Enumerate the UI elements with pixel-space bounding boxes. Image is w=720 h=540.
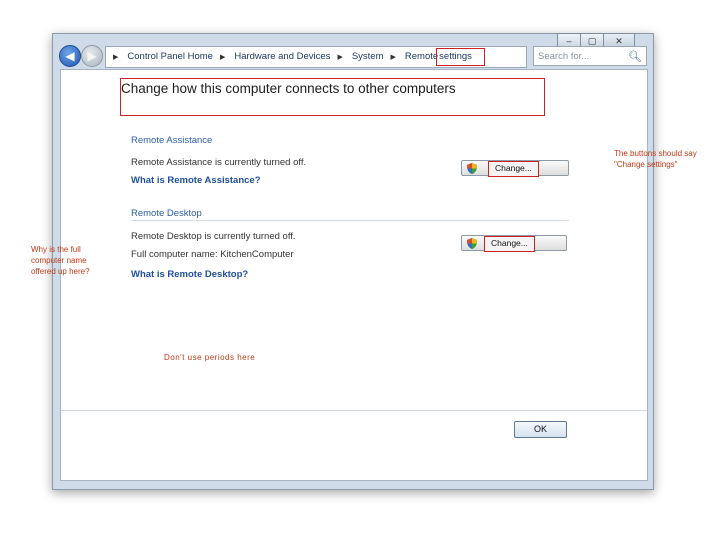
ok-button[interactable]: OK <box>514 421 567 438</box>
remote-assistance-change-button[interactable]: Change... <box>461 160 569 177</box>
full-computer-name-row: Full computer name: KitchenComputer <box>131 249 294 260</box>
remote-assistance-change-label: Change... <box>488 161 539 177</box>
remote-desktop-change-label: Change... <box>484 236 535 252</box>
uac-shield-icon <box>467 238 477 249</box>
remote-desktop-heading: Remote Desktop <box>131 208 202 219</box>
uac-shield-icon <box>467 163 477 174</box>
what-is-remote-assistance-link[interactable]: What is Remote Assistance? <box>131 175 261 186</box>
remote-assistance-status: Remote Assistance is currently turned of… <box>131 157 307 168</box>
page-title: Change how this computer connects to oth… <box>120 78 545 116</box>
footer-divider <box>61 410 647 411</box>
full-computer-name-label: Full computer name: <box>131 249 218 260</box>
annotation-computer-name: Why is the full computer name offered up… <box>31 245 90 276</box>
section-divider <box>131 220 569 221</box>
search-input[interactable]: Search for... 🔍︎ <box>533 46 647 66</box>
breadcrumb-separator-icon: ▶ <box>390 54 396 61</box>
what-is-remote-desktop-link[interactable]: What is Remote Desktop? <box>131 269 248 280</box>
breadcrumb-item-hardware-and-devices[interactable]: Hardware and Devices <box>234 47 330 67</box>
annotation-no-periods: Don't use periods here <box>164 353 256 362</box>
breadcrumb-separator-icon: ▶ <box>113 54 119 61</box>
content-pane: Change how this computer connects to oth… <box>60 69 648 481</box>
breadcrumb-item-control-panel-home[interactable]: Control Panel Home <box>127 47 213 67</box>
remote-assistance-heading: Remote Assistance <box>131 135 213 146</box>
remote-desktop-change-button[interactable]: Change... <box>461 235 567 252</box>
breadcrumb[interactable]: ▶ Control Panel Home ▶ Hardware and Devices… <box>105 46 527 68</box>
address-bar-row: ◀ ▶ ▶ Control Panel Home ▶ Hardware and Dev… <box>53 44 653 68</box>
breadcrumb-separator-icon: ▶ <box>219 54 226 61</box>
back-arrow-icon[interactable]: ◀ <box>59 45 81 67</box>
forward-arrow-icon[interactable]: ▶ <box>81 45 103 67</box>
full-computer-name-value: KitchenComputer <box>220 249 294 260</box>
annotation-button-labels: The buttons should say "Change settings" <box>614 149 697 169</box>
breadcrumb-item-remote[interactable]: Remote <box>405 47 438 67</box>
search-icon[interactable]: 🔍︎ <box>628 47 642 67</box>
remote-settings-window: – ▢ ✕ ◀ ▶ ▶ Control Panel Home ▶ Hardware a… <box>52 33 654 490</box>
breadcrumb-current-settings: settings <box>436 48 485 66</box>
breadcrumb-item-system[interactable]: System <box>352 47 384 67</box>
remote-desktop-status: Remote Desktop is currently turned off. <box>131 231 296 242</box>
search-placeholder: Search for... <box>538 51 590 62</box>
breadcrumb-separator-icon: ▶ <box>337 54 343 61</box>
